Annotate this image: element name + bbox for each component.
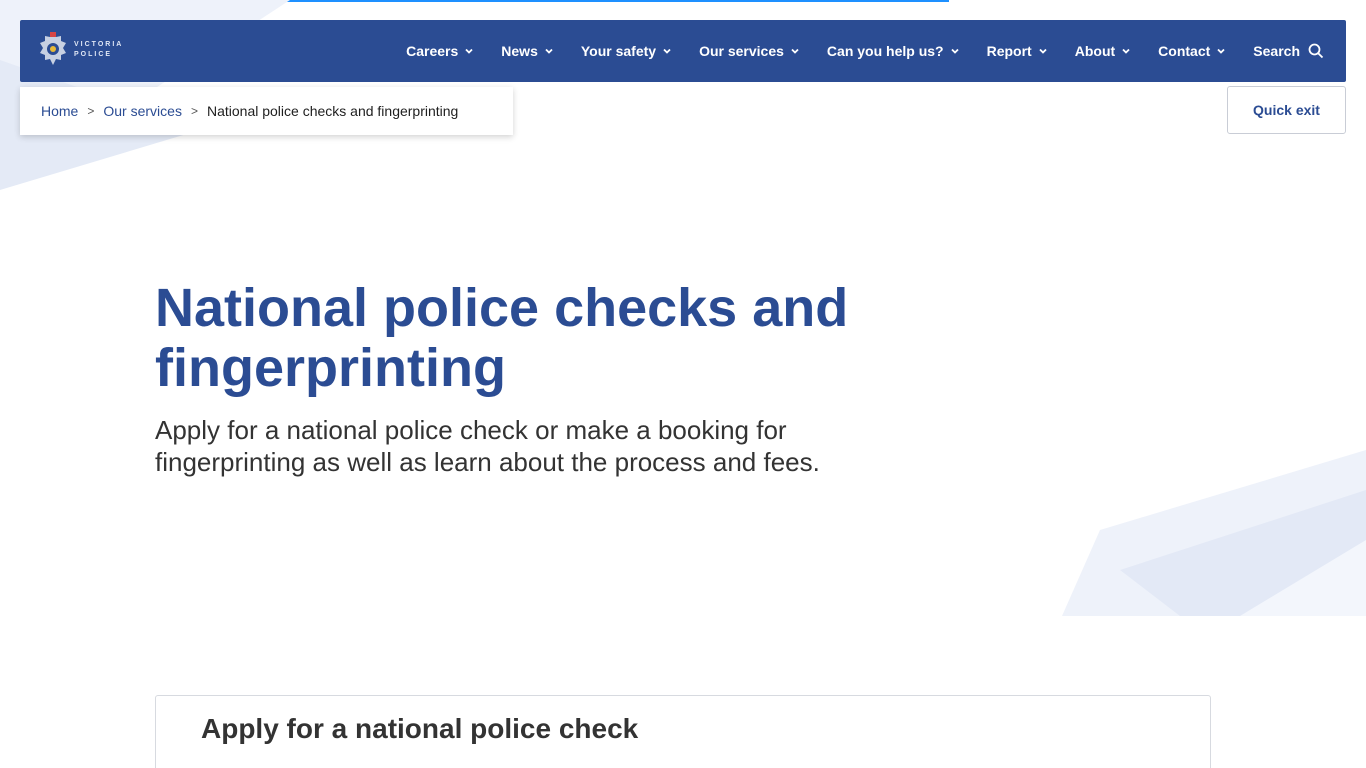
victoria-police-badge-icon [40, 32, 66, 65]
nav-our-services[interactable]: Our services [699, 43, 800, 59]
nav-label: News [501, 43, 538, 59]
breadcrumb: Home > Our services > National police ch… [20, 87, 513, 135]
nav-news[interactable]: News [501, 43, 554, 59]
nav-label: Our services [699, 43, 784, 59]
background-shape-right [1062, 450, 1366, 616]
nav-report[interactable]: Report [987, 43, 1048, 59]
breadcrumb-separator: > [190, 104, 198, 118]
nav-about[interactable]: About [1075, 43, 1131, 59]
logo-line-2: POLICE [74, 51, 113, 58]
search-label: Search [1253, 43, 1300, 59]
logo-line-1: VICTORIA [74, 41, 124, 48]
breadcrumb-our-services-link[interactable]: Our services [103, 103, 182, 119]
page-title: National police checks and fingerprintin… [155, 278, 849, 398]
breadcrumb-separator: > [87, 104, 95, 118]
quick-exit-button[interactable]: Quick exit [1227, 86, 1346, 134]
search-icon [1308, 43, 1324, 59]
site-header: VICTORIA POLICE Careers News Your safety… [20, 20, 1346, 82]
nav-label: Contact [1158, 43, 1211, 59]
nav-contact[interactable]: Contact [1158, 43, 1226, 59]
page-progress-bar [0, 0, 949, 2]
chevron-down-icon [791, 48, 799, 54]
nav-label: Report [986, 43, 1032, 59]
site-logo[interactable]: VICTORIA POLICE [38, 32, 123, 68]
apply-card: Apply for a national police check [155, 695, 1211, 768]
chevron-down-icon [545, 48, 553, 54]
chevron-down-icon [1217, 48, 1225, 54]
card-title: Apply for a national police check [201, 713, 639, 744]
nav-can-you-help-us[interactable]: Can you help us? [827, 43, 960, 59]
chevron-down-icon [1122, 48, 1130, 54]
main-navigation: Careers News Your safety Our services Ca… [406, 20, 1324, 82]
nav-your-safety[interactable]: Your safety [581, 43, 672, 59]
page-intro: Apply for a national police check or mak… [155, 415, 820, 477]
chevron-down-icon [465, 48, 473, 54]
breadcrumb-home-link[interactable]: Home [41, 103, 78, 119]
chevron-down-icon [663, 48, 671, 54]
chevron-down-icon [950, 48, 959, 54]
chevron-down-icon [1039, 48, 1047, 54]
nav-label: About [1074, 43, 1116, 59]
nav-label: Can you help us? [826, 43, 944, 59]
nav-careers[interactable]: Careers [406, 43, 474, 59]
breadcrumb-current-page: National police checks and fingerprintin… [206, 103, 459, 119]
nav-label: Your safety [580, 43, 657, 59]
nav-label: Careers [406, 43, 459, 59]
search-button[interactable]: Search [1253, 43, 1324, 59]
